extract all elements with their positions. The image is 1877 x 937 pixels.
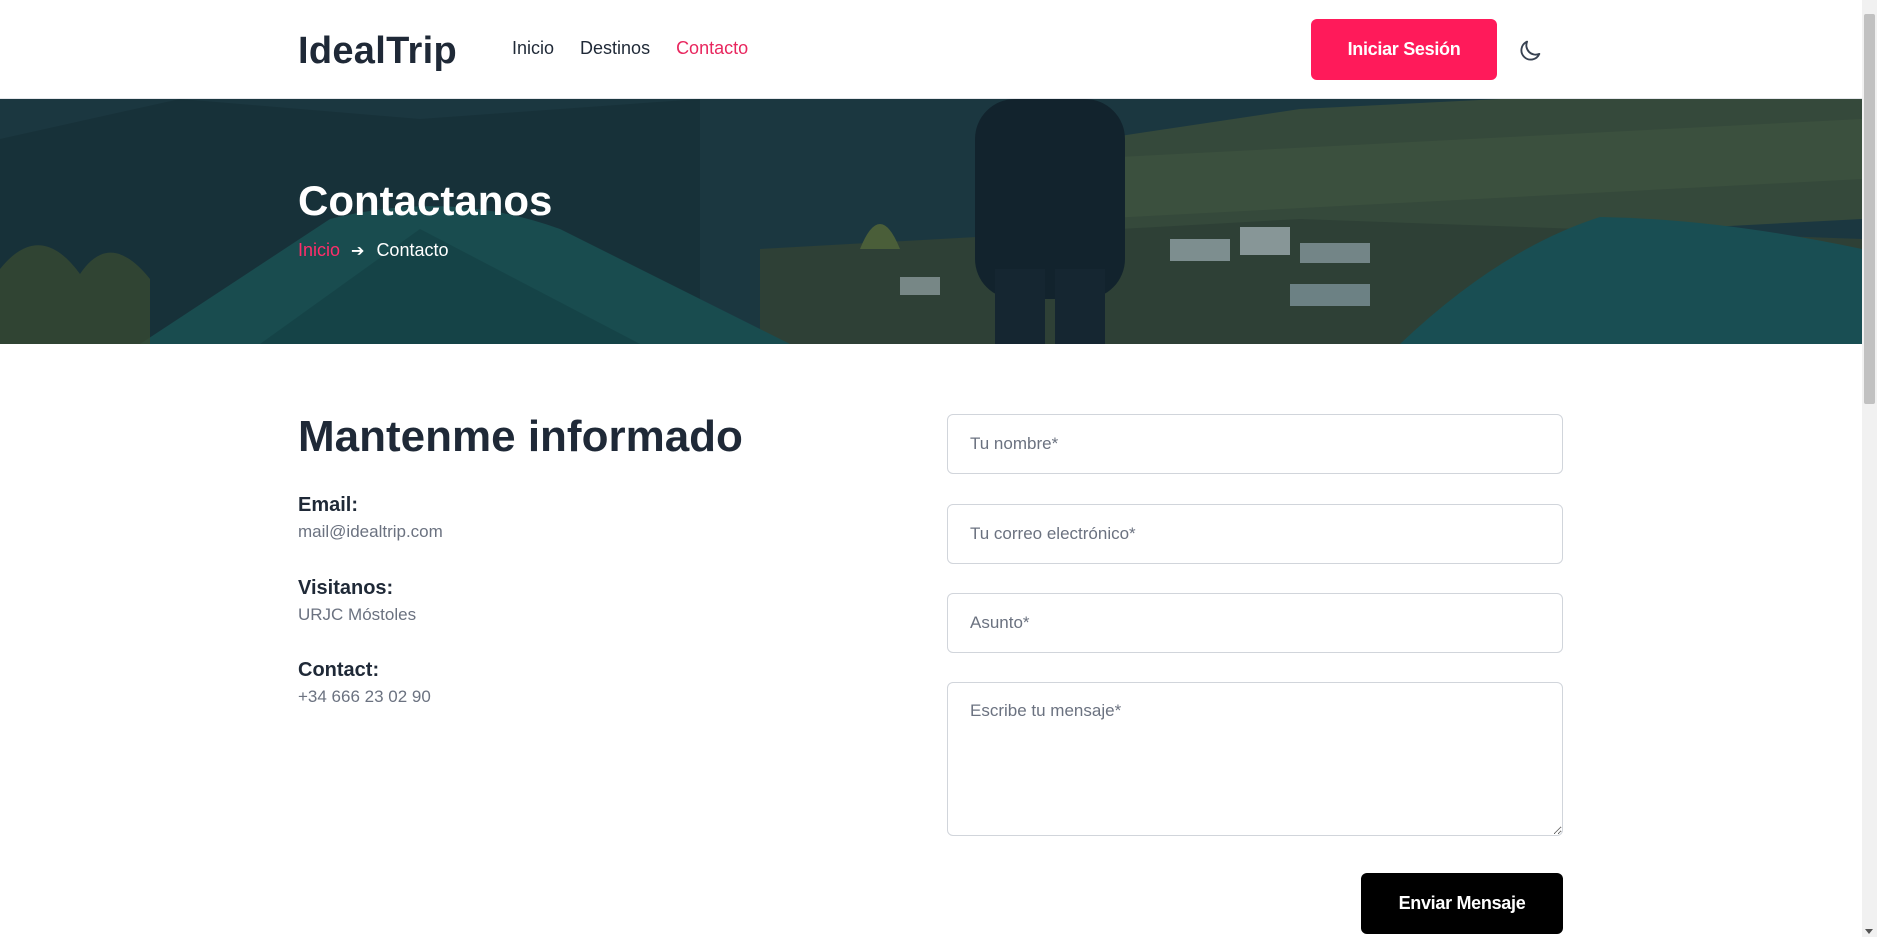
page-title: Contactanos xyxy=(298,177,553,224)
page-hero: Contactanos Inicio ➔ Contacto xyxy=(0,99,1862,344)
contact-phone-label: Contact: xyxy=(298,659,380,681)
contact-phone-value: +34 666 23 02 90 xyxy=(298,687,431,706)
breadcrumb-current: Contacto xyxy=(376,240,449,260)
hero-background-image xyxy=(0,99,1862,344)
login-button[interactable]: Iniciar Sesión xyxy=(1311,19,1497,80)
contact-address-block: Visitanos: URJC Móstoles xyxy=(298,577,416,625)
contact-email-block: Email: mail@idealtrip.com xyxy=(298,494,443,542)
send-message-button[interactable]: Enviar Mensaje xyxy=(1361,873,1563,934)
contact-address-value: URJC Móstoles xyxy=(298,605,417,624)
name-input[interactable] xyxy=(947,414,1563,474)
scrollbar-thumb[interactable] xyxy=(1864,14,1875,404)
email-input[interactable] xyxy=(947,504,1563,564)
subject-input[interactable] xyxy=(947,593,1563,653)
contact-address-label: Visitanos: xyxy=(298,577,394,599)
site-logo[interactable]: IdealTrip xyxy=(298,30,457,73)
site-header: IdealTrip Inicio Destinos Contacto Inici… xyxy=(0,0,1862,99)
contact-phone-block: Contact: +34 666 23 02 90 xyxy=(298,659,431,707)
contact-email-value: mail@idealtrip.com xyxy=(298,522,443,541)
breadcrumb: Inicio ➔ Contacto xyxy=(298,240,448,261)
breadcrumb-home-link[interactable]: Inicio xyxy=(298,240,340,261)
contact-info-title: Mantenme informado xyxy=(298,412,743,461)
message-textarea[interactable] xyxy=(947,682,1563,836)
moon-icon[interactable] xyxy=(1516,37,1544,65)
main-nav: Inicio Destinos Contacto xyxy=(512,38,774,59)
scroll-down-arrow-icon[interactable] xyxy=(1865,929,1873,934)
arrow-right-icon: ➔ xyxy=(351,242,365,260)
page-scrollbar[interactable] xyxy=(1862,0,1877,937)
nav-link-contacto[interactable]: Contacto xyxy=(676,38,748,59)
contact-email-label: Email: xyxy=(298,494,359,516)
nav-link-inicio[interactable]: Inicio xyxy=(512,38,554,59)
nav-link-destinos[interactable]: Destinos xyxy=(580,38,650,59)
